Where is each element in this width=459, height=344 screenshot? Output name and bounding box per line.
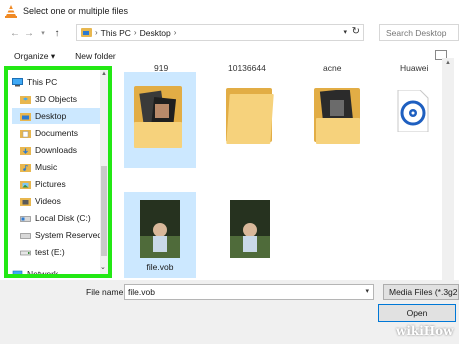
recent-dropdown-icon[interactable]: ▾ bbox=[36, 25, 50, 41]
file-name-input[interactable]: file.vob ▾ bbox=[124, 284, 374, 300]
sidebar-item-label: Desktop bbox=[35, 111, 67, 121]
video-thumbnail-icon bbox=[140, 200, 180, 258]
music-icon bbox=[20, 163, 31, 172]
sidebar-item-label: 3D Objects bbox=[35, 94, 78, 104]
sidebar-item-label: test (E:) bbox=[35, 247, 65, 257]
disc-file-icon bbox=[397, 90, 429, 132]
sidebar-item-label: Music bbox=[35, 162, 58, 172]
scroll-up-icon[interactable]: ▲ bbox=[101, 71, 107, 77]
drive-icon bbox=[20, 215, 31, 222]
desktop-folder-icon bbox=[20, 112, 31, 121]
video-thumbnail-icon bbox=[230, 200, 270, 258]
navigation-row: ← → ▾ ↑ › This PC › Desktop › ▾ ↻ Search… bbox=[0, 22, 459, 44]
sidebar-item-system-reserved[interactable]: System Reserved bbox=[20, 227, 103, 243]
file-type-select[interactable]: Media Files (*.3g2 bbox=[383, 284, 459, 300]
new-folder-button[interactable]: New folder bbox=[75, 51, 116, 61]
sidebar-item-local-disk[interactable]: Local Disk (C:) bbox=[20, 210, 100, 226]
folder-3d-icon bbox=[20, 95, 31, 104]
refresh-icon[interactable]: ↻ bbox=[352, 26, 360, 37]
videos-icon bbox=[20, 197, 31, 206]
address-bar[interactable]: › This PC › Desktop › ▾ ↻ bbox=[76, 24, 364, 41]
sidebar-item-music[interactable]: Music bbox=[20, 159, 100, 175]
file-list-scrollbar[interactable]: ▲ bbox=[442, 58, 454, 280]
list-item[interactable] bbox=[302, 72, 374, 168]
file-list: 919 10136644 acne Huawei file.vob ▲ bbox=[116, 58, 459, 280]
scroll-down-icon[interactable]: ⌄ bbox=[100, 263, 106, 271]
folder-front-icon bbox=[316, 118, 360, 144]
sidebar-item-3d-objects[interactable]: 3D Objects bbox=[20, 91, 100, 107]
breadcrumb-separator-icon[interactable]: › bbox=[134, 28, 137, 37]
navigation-scrollbar[interactable]: ▲ ⌄ bbox=[100, 70, 108, 274]
title-bar: Select one or multiple files bbox=[0, 0, 459, 22]
sidebar-item-pictures[interactable]: Pictures bbox=[20, 176, 100, 192]
breadcrumb-this-pc[interactable]: This PC bbox=[101, 28, 131, 38]
sidebar-item-desktop[interactable]: Desktop bbox=[12, 108, 100, 124]
this-pc-address-icon bbox=[81, 28, 92, 37]
open-button[interactable]: Open bbox=[378, 304, 456, 322]
drive-icon bbox=[20, 232, 31, 239]
sidebar-item-label: Documents bbox=[35, 128, 78, 138]
sidebar-item-label: Downloads bbox=[35, 145, 78, 155]
search-input[interactable]: Search Desktop bbox=[379, 24, 459, 41]
breadcrumb-desktop[interactable]: Desktop bbox=[140, 28, 171, 38]
wikihow-watermark: wikiHow bbox=[396, 324, 454, 338]
folder-front-icon bbox=[226, 94, 274, 144]
chevron-down-icon[interactable]: ▾ bbox=[365, 287, 369, 295]
breadcrumb-separator-icon[interactable]: › bbox=[174, 28, 177, 37]
sidebar-item-this-pc[interactable]: This PC bbox=[12, 74, 104, 90]
sidebar-item-label: Pictures bbox=[35, 179, 66, 189]
sidebar-item-downloads[interactable]: Downloads bbox=[20, 142, 100, 158]
folder-front-icon bbox=[134, 122, 182, 148]
file-type-value: Media Files (*.3g2 bbox=[389, 287, 458, 297]
documents-icon bbox=[20, 129, 31, 138]
address-dropdown-icon[interactable]: ▾ bbox=[343, 28, 347, 36]
sidebar-item-label: Local Disk (C:) bbox=[35, 213, 91, 223]
scrollbar-thumb[interactable] bbox=[101, 166, 107, 256]
sidebar-item-documents[interactable]: Documents bbox=[20, 125, 100, 141]
downloads-icon bbox=[20, 146, 31, 155]
file-dialog: Select one or multiple files ← → ▾ ↑ › T… bbox=[0, 0, 459, 344]
list-item[interactable] bbox=[214, 72, 286, 168]
breadcrumb-separator-icon[interactable]: › bbox=[95, 28, 98, 37]
navigation-pane: This PC 3D Objects Desktop Documents Dow… bbox=[4, 66, 112, 278]
back-arrow-icon[interactable]: ← bbox=[8, 25, 22, 41]
list-item[interactable] bbox=[124, 72, 196, 168]
sidebar-item-label: Network bbox=[27, 269, 59, 278]
drive-icon bbox=[20, 250, 31, 255]
forward-arrow-icon[interactable]: → bbox=[22, 25, 36, 41]
sidebar-item-videos[interactable]: Videos bbox=[20, 193, 100, 209]
file-name-value: file.vob bbox=[128, 287, 155, 297]
list-item[interactable] bbox=[214, 192, 286, 278]
vlc-icon bbox=[5, 5, 17, 18]
up-arrow-icon[interactable]: ↑ bbox=[50, 25, 64, 41]
sidebar-item-network[interactable]: Network bbox=[12, 266, 104, 278]
sidebar-item-test-e[interactable]: test (E:) bbox=[20, 244, 100, 260]
network-icon bbox=[12, 270, 23, 274]
computer-icon bbox=[12, 77, 23, 86]
bottom-bar: File name: file.vob ▾ Media Files (*.3g2… bbox=[0, 280, 459, 344]
window-title: Select one or multiple files bbox=[23, 6, 129, 16]
organize-button[interactable]: Organize ▾ bbox=[14, 51, 55, 62]
file-name-label: File name: bbox=[86, 287, 126, 297]
list-item[interactable]: file.vob bbox=[124, 192, 196, 278]
scroll-up-icon[interactable]: ▲ bbox=[445, 60, 451, 66]
sidebar-item-label: Videos bbox=[35, 196, 61, 206]
file-name-label: file.vob bbox=[146, 262, 174, 272]
sidebar-item-label: System Reserved bbox=[35, 230, 103, 240]
pictures-icon bbox=[20, 180, 31, 189]
sidebar-item-label: This PC bbox=[27, 77, 58, 87]
